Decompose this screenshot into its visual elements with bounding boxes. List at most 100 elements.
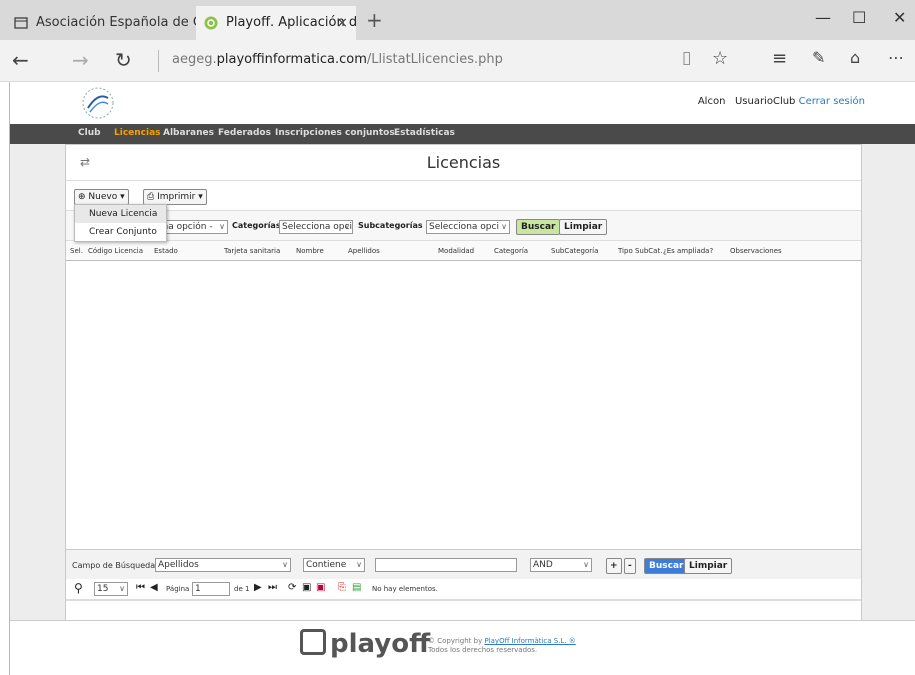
main-menu: Club Licencias Albaranes Federados Inscr… [10,124,915,144]
chevron-down-icon: ∨ [583,560,589,569]
divider [158,50,159,72]
pdf-icon[interactable]: ⎘ [338,582,346,593]
panel-title-bar: ⇄ Licencias [66,145,861,181]
col-categoria[interactable]: Categoría [494,247,528,255]
menu-item-federados[interactable]: Federados [218,128,271,138]
select-value: Selecciona opci [282,222,352,232]
search-limpiar-button[interactable]: Limpiar [684,558,733,574]
user-role: UsuarioClub [734,96,796,107]
url-host: aegeg. [172,52,217,67]
prev-page-icon[interactable]: ◀ [150,582,158,593]
favorite-star-icon[interactable]: ☆ [712,48,728,69]
print-button[interactable]: ⎙ Imprimir ▾ [143,189,207,205]
right-margin [862,144,915,642]
menu-item-crear-conjunto[interactable]: Crear Conjunto [75,223,166,241]
filter-limpiar-button[interactable]: Limpiar [559,219,608,235]
menu-item-albaranes[interactable]: Albaranes [163,128,214,138]
copyright: © Copyright by PlayOff Informàtica S.L. … [428,637,576,655]
minimize-icon[interactable]: — [815,8,831,27]
next-page-icon[interactable]: ▶ [254,582,262,593]
reload-icon[interactable]: ⟳ [288,582,296,593]
search-logic-select[interactable]: AND ∨ [530,558,592,572]
rights-text: Todos los derechos reservados. [428,646,538,654]
col-modalidad[interactable]: Modalidad [438,247,474,255]
licencias-panel: ⇄ Licencias ⊕ Nuevo ▾ ⎙ Imprimir ▾ Nueva… [65,144,862,642]
save-as-icon[interactable]: ▣ [316,582,325,593]
menu-item-nueva-licencia[interactable]: Nueva Licencia [75,205,166,223]
site-footer: playoff © Copyright by PlayOff Informàti… [10,620,915,675]
close-tab-icon[interactable]: × [336,6,348,40]
copyright-prefix: © Copyright by [428,637,485,645]
col-tipo-subcat[interactable]: Tipo SubCat. [618,247,662,255]
grid-header: Sel. Código Licencia Estado Tarjeta sani… [66,241,861,261]
page-number-input[interactable]: 1 [192,582,230,596]
reading-view-icon[interactable]: ▯ [682,48,691,68]
logout-link[interactable]: Cerrar sesión [799,96,865,107]
search-buscar-button[interactable]: Buscar [644,558,689,574]
hub-icon[interactable]: ≡ [772,48,787,69]
search-field-select[interactable]: Apellidos ∨ [155,558,291,572]
search-bar: Campo de Búsqueda Apellidos ∨ Contiene ∨ A… [66,549,861,579]
playoff-mark-icon [300,628,326,655]
web-note-icon[interactable]: ✎ [812,48,825,67]
categorias-select[interactable]: Selecciona opci ∨ [279,220,353,234]
left-margin [10,144,65,642]
forward-icon[interactable]: → [72,48,89,72]
company-link[interactable]: PlayOff Informàtica S.L. ® [484,637,575,645]
web-page: Alcon UsuarioClub Cerrar sesión Club Lic… [0,82,915,675]
col-apellidos[interactable]: Apellidos [348,247,380,255]
new-button[interactable]: ⊕ Nuevo ▾ [74,189,129,205]
chevron-down-icon: ∨ [501,222,507,231]
search-icon[interactable]: ⚲ [74,581,83,595]
search-field-label: Campo de Búsqueda [72,561,156,570]
excel-icon[interactable]: ▤ [352,582,361,593]
col-estado[interactable]: Estado [154,247,178,255]
browser-tab-1[interactable]: Asociación Española de Gimr [6,6,196,40]
filter-bar: ona opción - ∨ Categorías Selecciona opci… [66,211,861,241]
first-page-icon[interactable]: ⏮ [136,582,145,593]
page-left-edge [0,82,10,675]
page-label: Página [166,585,190,593]
col-ampliada[interactable]: ¿Es ampliada? [663,247,729,255]
new-tab-button[interactable]: + [366,8,383,32]
col-sel[interactable]: Sel. [70,247,83,255]
maximize-icon[interactable]: ☐ [852,8,866,27]
footer-logo-text: playoff [330,629,431,659]
pager-bar: ⚲ 15 ∨ ⏮ ◀ Página 1 de 1 ▶ ⏭ ⟳ ▣ ▣ ⎘ ▤ No… [66,579,861,601]
url-path: /LlistatLlicencies.php [366,52,503,67]
print-button-label: Imprimir [157,192,196,202]
col-codigo[interactable]: Código Licencia [88,247,150,255]
col-nombre[interactable]: Nombre [296,247,324,255]
menu-item-estadisticas[interactable]: Estadísticas [394,128,455,138]
chevron-down-icon: ∨ [344,222,350,231]
more-icon[interactable]: ⋯ [888,48,904,67]
filter-buscar-button[interactable]: Buscar [516,219,561,235]
browser-tab-2[interactable]: Playoff. Aplicación de lic × [196,6,356,40]
share-icon[interactable]: ⌂ [850,48,860,67]
back-icon[interactable]: ← [12,48,29,72]
subcategorias-select[interactable]: Selecciona opci ∨ [426,220,510,234]
playoff-logo: playoff [300,628,431,659]
refresh-icon[interactable]: ↻ [115,48,132,72]
select-value: Apellidos [158,560,199,570]
menu-item-club[interactable]: Club [78,128,101,138]
search-value-input[interactable] [375,558,517,572]
last-page-icon[interactable]: ⏭ [268,582,277,593]
address-bar[interactable]: aegeg.playoffinformatica.com/LlistatLlic… [172,52,503,67]
pager-status: No hay elementos. [372,585,438,593]
col-subcategoria[interactable]: SubCategoría [551,247,598,255]
add-condition-button[interactable]: + [606,558,622,574]
save-icon[interactable]: ▣ [302,582,311,593]
menu-item-inscripciones[interactable]: Inscripciones conjuntos [275,128,395,138]
close-window-icon[interactable]: ✕ [893,8,906,27]
playoff-favicon-icon [204,16,218,30]
col-observaciones[interactable]: Observaciones [730,247,782,255]
col-tarjeta[interactable]: Tarjeta sanitaria [224,247,280,255]
menu-item-licencias[interactable]: Licencias [114,128,161,138]
page-size-select[interactable]: 15 ∨ [94,582,128,596]
new-button-label: Nuevo [88,192,118,202]
remove-condition-button[interactable]: - [624,558,636,574]
select-value: AND [533,560,553,570]
chevron-down-icon: ∨ [282,560,288,569]
search-operator-select[interactable]: Contiene ∨ [303,558,365,572]
